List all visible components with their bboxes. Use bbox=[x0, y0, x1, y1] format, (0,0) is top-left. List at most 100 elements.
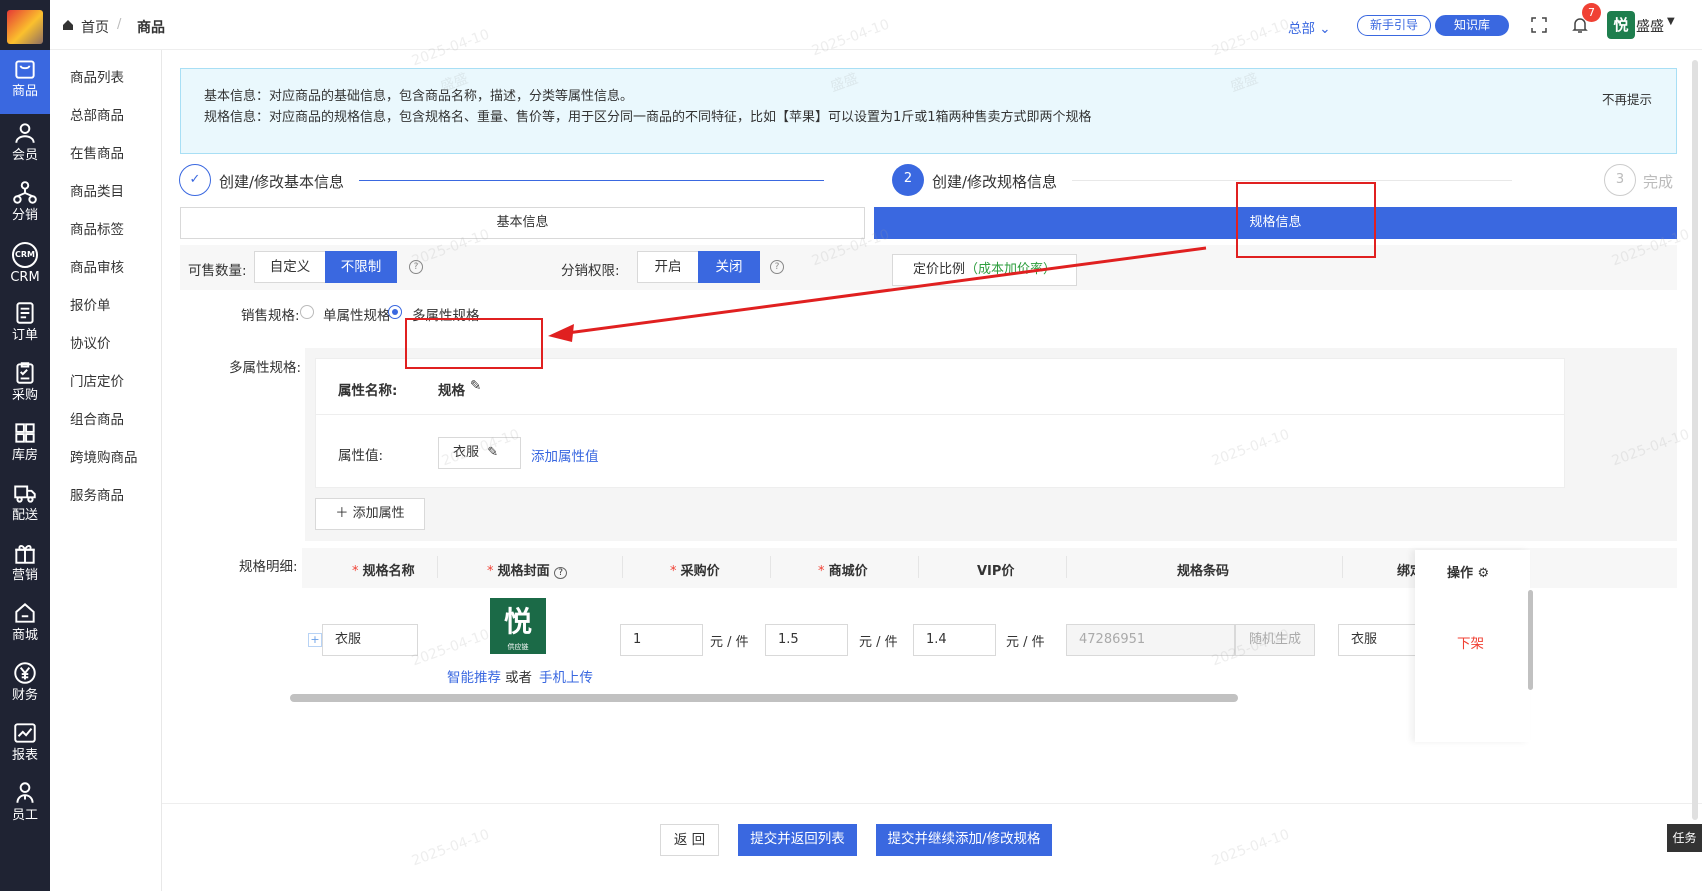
smart-recommend-link[interactable]: 智能推荐 bbox=[447, 666, 501, 686]
sidebar-item-label: CRM bbox=[10, 270, 40, 285]
sidebar-item-marketing[interactable]: 营销 bbox=[0, 534, 50, 598]
submenu-item[interactable]: 商品标签 bbox=[70, 218, 124, 238]
sidebar-item-report[interactable]: 报表 bbox=[0, 714, 50, 778]
submenu-item[interactable]: 商品类目 bbox=[70, 180, 124, 200]
app-logo[interactable] bbox=[7, 10, 43, 44]
column-header-cover: * 规格封面 ? bbox=[487, 560, 567, 579]
pricing-ratio-note: （成本加价率） bbox=[965, 262, 1057, 277]
submenu-item[interactable]: 组合商品 bbox=[70, 408, 124, 428]
caret-down-icon[interactable]: ▼ bbox=[1667, 16, 1675, 27]
knowledge-base-button[interactable]: 知识库 bbox=[1435, 15, 1509, 36]
sidebar-item-crm[interactable]: CRM CRM bbox=[0, 234, 50, 298]
attr-value-text: 衣服 bbox=[453, 445, 480, 460]
distribution-off-button[interactable]: 关闭 bbox=[698, 251, 760, 283]
submenu-item[interactable]: 在售商品 bbox=[70, 142, 124, 162]
sidebar-item-purchase[interactable]: 采购 bbox=[0, 354, 50, 418]
sidebar-item-warehouse[interactable]: 库房 bbox=[0, 414, 50, 478]
sidebar-item-order[interactable]: 订单 bbox=[0, 294, 50, 358]
barcode-input[interactable]: 47286951 bbox=[1066, 624, 1235, 656]
sidebar-item-distribution[interactable]: 分销 bbox=[0, 174, 50, 238]
step-2-label: 创建/修改规格信息 bbox=[932, 173, 1058, 191]
sidebar-item-mall[interactable]: 商城 bbox=[0, 594, 50, 658]
user-name[interactable]: 盛盛 bbox=[1636, 16, 1664, 36]
column-header-action: 操作 ⚙ bbox=[1447, 566, 1490, 581]
home-icon[interactable] bbox=[62, 19, 74, 31]
tip-line-basic: 基本信息：对应商品的基础信息，包含商品名称，描述，分类等属性信息。 bbox=[204, 89, 634, 104]
help-icon[interactable]: ? bbox=[770, 260, 784, 274]
table-vertical-scrollbar[interactable] bbox=[1528, 590, 1533, 690]
step-1-check-icon: ✓ bbox=[179, 164, 211, 196]
qty-label: 可售数量: bbox=[188, 263, 247, 279]
table-horizontal-scrollbar[interactable] bbox=[290, 694, 1238, 702]
submenu-item[interactable]: 服务商品 bbox=[70, 484, 124, 504]
unit-text: 元 / 件 bbox=[1006, 635, 1045, 650]
gear-icon[interactable]: ⚙ bbox=[1478, 566, 1490, 581]
attr-value-tag[interactable]: 衣服 ✎ bbox=[438, 437, 521, 469]
off-shelf-link[interactable]: 下架 bbox=[1457, 632, 1484, 652]
submenu-item[interactable]: 跨境购商品 bbox=[70, 446, 138, 466]
edit-icon[interactable]: ✎ bbox=[487, 445, 498, 460]
mall-price-input[interactable]: 1.5 bbox=[765, 624, 848, 656]
submenu-item[interactable]: 总部商品 bbox=[70, 104, 124, 124]
submit-return-button[interactable]: 提交并返回列表 bbox=[738, 824, 857, 856]
multi-spec-section-label: 多属性规格: bbox=[229, 360, 302, 376]
add-attribute-button[interactable]: ＋ 添加属性 bbox=[315, 498, 425, 530]
qty-unlimited-button[interactable]: 不限制 bbox=[325, 251, 397, 283]
breadcrumb-current: 商品 bbox=[137, 20, 165, 36]
pricing-ratio-button[interactable]: 定价比例（成本加价率） bbox=[892, 254, 1077, 286]
random-generate-button[interactable]: 随机生成 bbox=[1235, 624, 1315, 656]
bind-input[interactable]: 衣服 bbox=[1338, 624, 1418, 656]
spec-name-input[interactable]: 衣服 bbox=[322, 624, 418, 656]
mobile-upload-link[interactable]: 手机上传 bbox=[539, 666, 593, 686]
add-attribute-label: 添加属性 bbox=[352, 506, 405, 521]
fullscreen-icon[interactable] bbox=[1531, 17, 1547, 33]
radio-single-spec[interactable] bbox=[300, 305, 314, 319]
sidebar-item-finance[interactable]: 财务 bbox=[0, 654, 50, 718]
cover-logo-sub: 供应链 bbox=[507, 643, 529, 651]
sidebar-item-staff[interactable]: 员工 bbox=[0, 774, 50, 838]
sidebar-item-label: 库房 bbox=[11, 448, 38, 463]
submenu-item[interactable]: 商品审核 bbox=[70, 256, 124, 276]
edit-icon[interactable]: ✎ bbox=[470, 378, 481, 394]
dismiss-tip-button[interactable]: 不再提示 bbox=[1602, 89, 1652, 108]
back-button[interactable]: 返 回 bbox=[660, 824, 719, 856]
qty-custom-button[interactable]: 自定义 bbox=[254, 251, 326, 283]
tab-basic-info[interactable]: 基本信息 bbox=[180, 207, 865, 239]
help-icon[interactable]: ? bbox=[554, 567, 567, 579]
sidebar-item-label: 报表 bbox=[11, 748, 38, 763]
radio-multi-spec[interactable] bbox=[388, 305, 402, 319]
submenu-item[interactable]: 报价单 bbox=[70, 294, 111, 314]
purchase-price-input[interactable]: 1 bbox=[620, 624, 703, 656]
single-spec-label[interactable]: 单属性规格 bbox=[323, 304, 391, 324]
sidebar-item-member[interactable]: 会员 bbox=[0, 114, 50, 178]
submenu-item[interactable]: 门店定价 bbox=[70, 370, 124, 390]
cover-logo-char: 悦 bbox=[503, 605, 532, 638]
column-header-name: * 规格名称 bbox=[352, 564, 415, 579]
expand-row-icon[interactable]: + bbox=[308, 633, 322, 647]
highlight-box-multi-spec bbox=[405, 318, 543, 369]
spec-cover-image[interactable]: 悦供应链 bbox=[490, 598, 546, 654]
sidebar-item-goods[interactable]: 商品 bbox=[0, 50, 50, 114]
person-icon bbox=[15, 123, 35, 143]
step-connector bbox=[1072, 180, 1512, 181]
gift-icon bbox=[15, 545, 35, 564]
vip-price-input[interactable]: 1.4 bbox=[913, 624, 996, 656]
submenu-item[interactable]: 协议价 bbox=[70, 332, 111, 352]
sidebar-item-delivery[interactable]: 配送 bbox=[0, 474, 50, 538]
add-attr-value-link[interactable]: 添加属性值 bbox=[531, 445, 599, 465]
avatar[interactable]: 悦 bbox=[1607, 11, 1635, 39]
sidebar-item-label: 商品 bbox=[11, 84, 38, 99]
breadcrumb-home[interactable]: 首页 bbox=[81, 17, 109, 37]
distribution-on-button[interactable]: 开启 bbox=[637, 251, 699, 283]
guide-button[interactable]: 新手引导 bbox=[1357, 15, 1431, 36]
grid-icon bbox=[15, 423, 35, 443]
task-button[interactable]: 任务 bbox=[1667, 824, 1702, 852]
help-icon[interactable]: ? bbox=[409, 260, 423, 274]
main-content: 基本信息：对应商品的基础信息，包含商品名称，描述，分类等属性信息。 规格信息：对… bbox=[162, 50, 1702, 891]
sidebar-item-label: 采购 bbox=[11, 388, 38, 403]
page-scrollbar[interactable] bbox=[1692, 60, 1698, 820]
submit-continue-button[interactable]: 提交并继续添加/修改规格 bbox=[876, 824, 1052, 856]
sidebar-item-label: 员工 bbox=[11, 808, 38, 823]
submenu-item[interactable]: 商品列表 bbox=[70, 66, 124, 86]
region-select[interactable]: 总部 ⌄ bbox=[1288, 17, 1331, 37]
